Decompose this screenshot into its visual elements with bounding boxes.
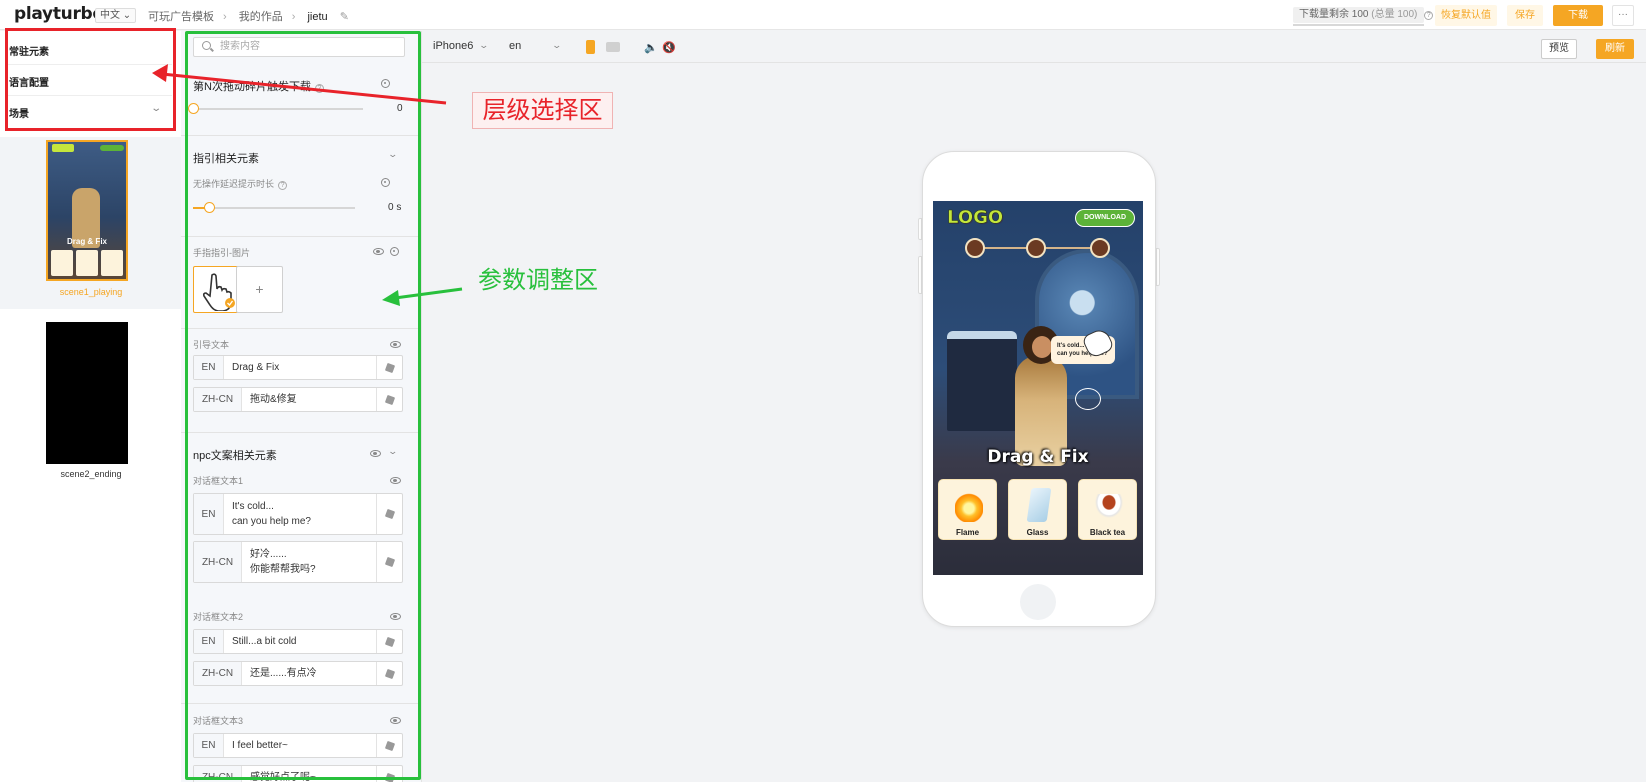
refresh-button[interactable]: 刷新: [1596, 39, 1634, 59]
scene-label-2[interactable]: scene2_ending: [0, 469, 182, 479]
scene-label-1[interactable]: scene1_playing: [0, 287, 182, 297]
breadcrumb-my-works[interactable]: 我的作品: [239, 11, 283, 23]
item-card-flame[interactable]: Flame: [938, 479, 997, 540]
playturbo-logo[interactable]: playturbo: [14, 4, 104, 24]
save-button[interactable]: 保存: [1507, 5, 1543, 26]
ui-language-value: 中文: [100, 10, 120, 21]
ui-language-select[interactable]: 中文 ⌄: [95, 8, 137, 23]
scene-thumbnail-1[interactable]: Drag & Fix: [46, 140, 128, 281]
language-select[interactable]: en: [509, 40, 521, 52]
landscape-icon[interactable]: [606, 42, 620, 52]
chevron-down-icon: ⌄: [122, 10, 132, 21]
npc-girl-face: [1032, 336, 1052, 358]
chevron-down-icon[interactable]: ⌄: [478, 40, 489, 51]
game-preview[interactable]: LOGO DOWNLOAD It's cold... can you help m…: [933, 201, 1143, 575]
breadcrumb-current: jietu: [307, 11, 328, 23]
chevron-right-icon: ›: [291, 11, 296, 23]
more-menu-button[interactable]: ···: [1612, 5, 1634, 26]
restore-defaults-button[interactable]: 恢复默认值: [1435, 5, 1497, 26]
thumb-title: Drag & Fix: [66, 237, 107, 246]
item-label: Black tea: [1089, 528, 1126, 537]
bubble-line-1: It's cold...: [1057, 343, 1085, 349]
quota-total: (总量 100): [1371, 9, 1418, 20]
game-stove-art: [947, 331, 1017, 431]
glass-icon: [1026, 488, 1052, 522]
top-bar: playturbo 中文 ⌄ 可玩广告模板 › 我的作品 › jietu ✎ 下载量…: [0, 0, 1646, 30]
phone-side-button: [1156, 248, 1160, 286]
thumb-download: [100, 145, 124, 151]
chevron-right-icon: ›: [223, 11, 227, 23]
flame-icon: [955, 488, 983, 522]
edit-pencil-icon[interactable]: ✎: [340, 11, 349, 23]
download-button[interactable]: 下载: [1553, 5, 1603, 26]
thumb-card: [76, 250, 98, 276]
mute-icon[interactable]: 🔇: [662, 41, 676, 54]
scene-thumbnail-2[interactable]: [46, 322, 128, 464]
preview-toolbar: iPhone6 ⌄ en ⌄ 🔈 🔇: [422, 31, 1646, 63]
phone-home-button: [1020, 584, 1056, 620]
breadcrumb: 可玩广告模板 › 我的作品 › jietu ✎: [148, 8, 358, 24]
progress-node: [1026, 238, 1046, 258]
game-logo: LOGO: [947, 207, 1004, 229]
quota-remaining: 下载量剩余 100: [1299, 9, 1369, 20]
game-title: Drag & Fix: [987, 447, 1089, 467]
item-card-glass[interactable]: Glass: [1008, 479, 1067, 540]
thumb-card: [51, 250, 73, 276]
game-download-button[interactable]: DOWNLOAD: [1075, 209, 1135, 227]
item-label: Flame: [955, 528, 980, 537]
item-card-black-tea[interactable]: Black tea: [1078, 479, 1137, 540]
item-label: Glass: [1026, 528, 1049, 537]
speaker-icon[interactable]: 🔈: [644, 41, 658, 54]
quota-bar: [1293, 24, 1424, 26]
target-slot-icon: [1075, 388, 1101, 410]
layer-area-annotation: 层级选择区: [472, 92, 613, 129]
download-quota: 下载量剩余 100 (总量 100) ?: [1293, 7, 1434, 26]
param-area-annotation: 参数调整区: [478, 266, 598, 294]
device-select[interactable]: iPhone6: [433, 40, 473, 52]
layer-area-highlight: [5, 28, 176, 131]
logo-text: playturbo: [14, 4, 104, 24]
preview-button[interactable]: 预览: [1541, 39, 1577, 59]
progress-node: [1090, 238, 1110, 258]
help-icon[interactable]: ?: [1424, 11, 1434, 20]
progress-node: [965, 238, 985, 258]
param-area-highlight: [185, 31, 421, 780]
portrait-icon[interactable]: [586, 40, 595, 54]
tea-cup-icon: [1095, 494, 1123, 518]
thumb-card: [101, 250, 123, 276]
chevron-down-icon[interactable]: ⌄: [551, 40, 562, 51]
thumb-logo: [52, 144, 74, 152]
breadcrumb-templates[interactable]: 可玩广告模板: [148, 11, 214, 23]
